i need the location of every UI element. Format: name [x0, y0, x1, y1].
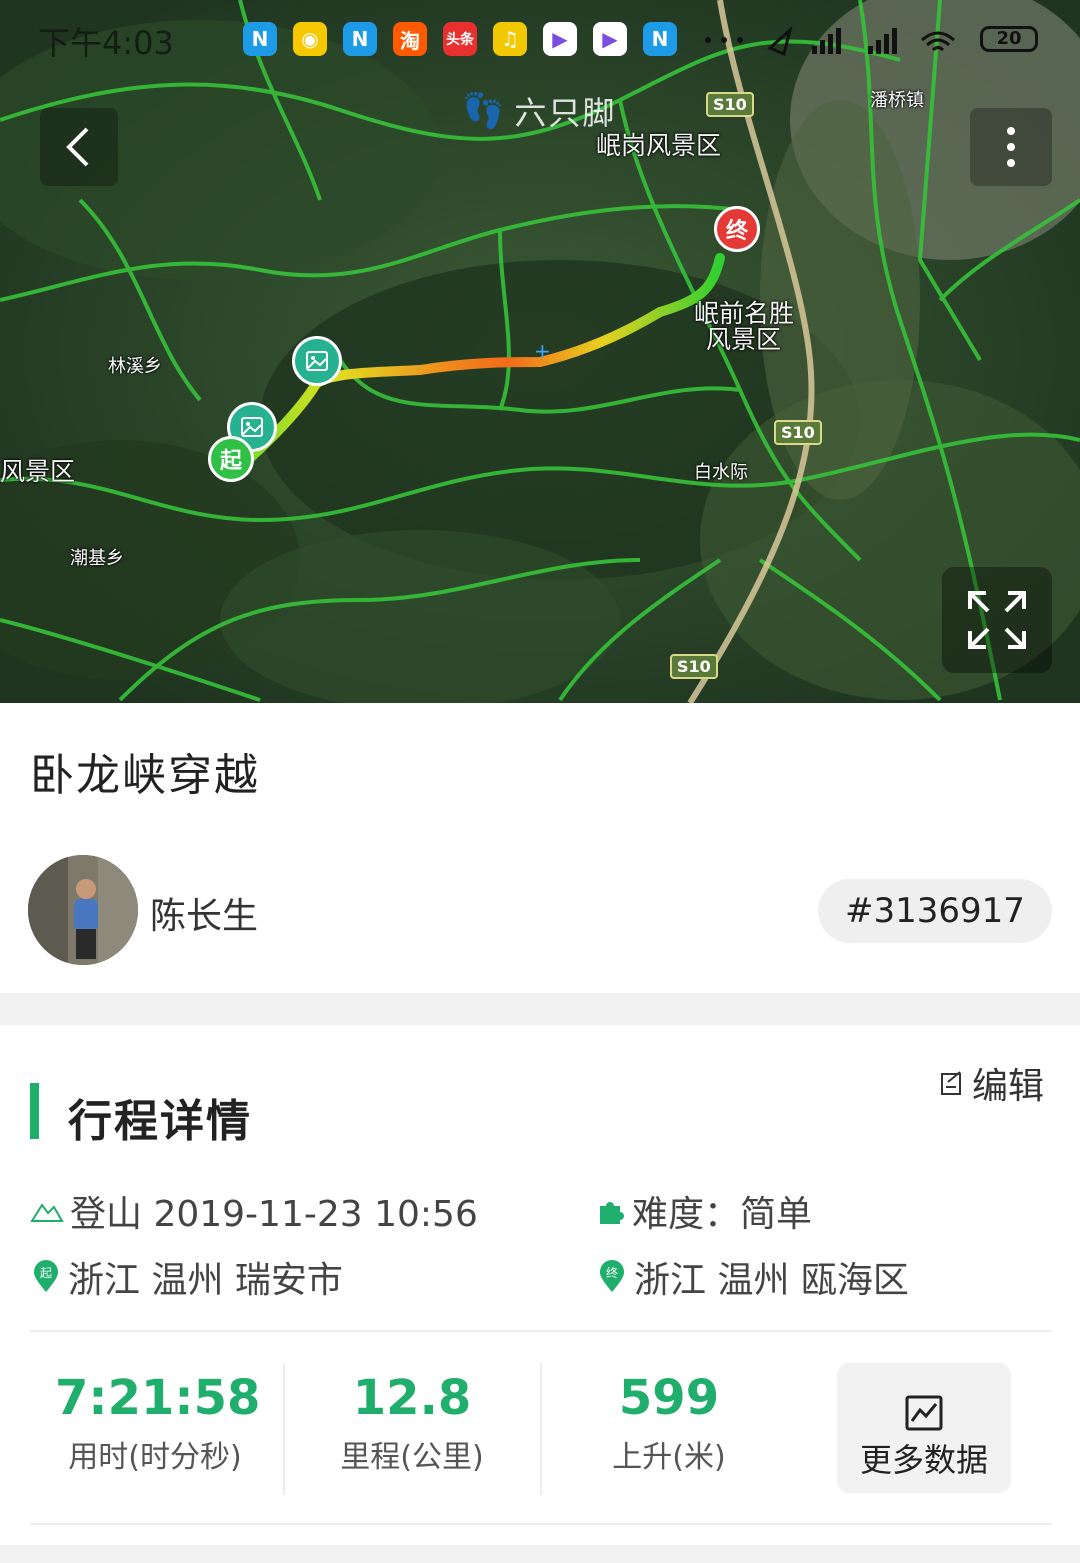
n-app-icon: N — [343, 22, 377, 56]
map-label: 风景区 — [0, 457, 76, 486]
activity-info: 登山 2019-11-23 10:56 — [30, 1185, 478, 1237]
video-icon: ▶ — [543, 22, 577, 56]
toutiao-icon: 头条 — [443, 22, 477, 56]
stat-separator — [540, 1363, 542, 1495]
edit-button[interactable]: 编辑 — [940, 1057, 1044, 1109]
road-shield: S10 — [774, 420, 822, 445]
svg-text:+: + — [534, 339, 551, 363]
difficulty-info: 难度：简单 — [596, 1185, 812, 1237]
status-time: 下午4:03 — [38, 24, 174, 62]
stat-duration: 7:21:58 用时(时分秒) — [55, 1370, 261, 1475]
status-bar: 下午4:03 N ◉ N 淘 头条 ♫ ▶ ▶ N 20 — [0, 0, 1080, 80]
route-map[interactable]: + 下午4:03 N ◉ N 淘 头条 ♫ ▶ ▶ N 20 👣 六只脚 岷岗风… — [0, 0, 1080, 703]
chevron-left-icon — [66, 127, 89, 167]
chart-icon — [905, 1395, 943, 1431]
map-label: 潮基乡 — [70, 548, 124, 569]
section-title: 行程详情 — [68, 1096, 252, 1147]
map-label: 林溪乡 — [108, 356, 162, 377]
trip-details-card: 行程详情 编辑 登山 2019-11-23 10:56 难度：简单 起 浙江 温… — [0, 1025, 1080, 1545]
start-pin-icon: 起 — [34, 1260, 58, 1292]
expand-icon — [968, 591, 1026, 649]
end-location: 终 浙江 温州 瓯海区 — [596, 1251, 909, 1303]
avatar[interactable] — [28, 855, 138, 965]
puzzle-icon — [600, 1202, 624, 1224]
fullscreen-button[interactable] — [942, 567, 1052, 673]
map-label: 风景区 — [706, 325, 782, 354]
road-shield: S10 — [706, 92, 754, 117]
author-name[interactable]: 陈长生 — [150, 887, 258, 939]
more-options-button[interactable] — [970, 108, 1052, 186]
music-icon: ♫ — [493, 22, 527, 56]
more-data-button[interactable]: 更多数据 — [837, 1363, 1011, 1493]
avatar-photo — [28, 855, 138, 965]
route-id-badge: #3136917 — [818, 879, 1052, 943]
stat-ascent: 599 上升(米) — [612, 1370, 726, 1475]
back-button[interactable] — [40, 108, 118, 186]
route-title: 卧龙峡穿越 — [30, 750, 260, 801]
signal-wifi-icons — [705, 26, 955, 56]
n-app-icon: N — [243, 22, 277, 56]
svg-text:起: 起 — [40, 1266, 52, 1280]
stat-separator — [283, 1363, 285, 1495]
edit-icon — [941, 1071, 961, 1095]
footprint-icon: 👣 — [462, 91, 507, 131]
map-watermark: 👣 六只脚 — [462, 91, 617, 132]
map-label: 白水际 — [694, 462, 748, 483]
section-accent-bar — [30, 1083, 39, 1139]
svg-text:终: 终 — [606, 1265, 618, 1280]
start-location: 起 浙江 温州 瑞安市 — [30, 1251, 343, 1303]
video-icon: ▶ — [593, 22, 627, 56]
car-app-icon: ◉ — [293, 22, 327, 56]
end-marker: 终 — [714, 206, 760, 252]
start-marker: 起 — [208, 436, 254, 482]
battery-icon: 20 — [980, 26, 1038, 52]
end-pin-icon: 终 — [600, 1260, 624, 1292]
divider — [30, 1330, 1052, 1332]
more-vertical-icon — [1007, 127, 1015, 167]
road-shield: S10 — [670, 654, 718, 679]
n-app-icon: N — [643, 22, 677, 56]
map-label: 岷岗风景区 — [596, 131, 722, 160]
image-icon — [306, 351, 328, 371]
mountain-icon — [30, 1203, 64, 1222]
stat-distance: 12.8 里程(公里) — [340, 1370, 484, 1475]
image-icon — [241, 417, 263, 437]
divider — [30, 1523, 1052, 1525]
taobao-icon: 淘 — [393, 22, 427, 56]
route-header-card: 卧龙峡穿越 陈长生 #3136917 — [0, 703, 1080, 993]
map-label: 潘桥镇 — [870, 90, 924, 111]
photo-marker[interactable] — [292, 336, 342, 386]
edit-label: 编辑 — [972, 1066, 1045, 1107]
more-data-label: 更多数据 — [859, 1441, 988, 1479]
